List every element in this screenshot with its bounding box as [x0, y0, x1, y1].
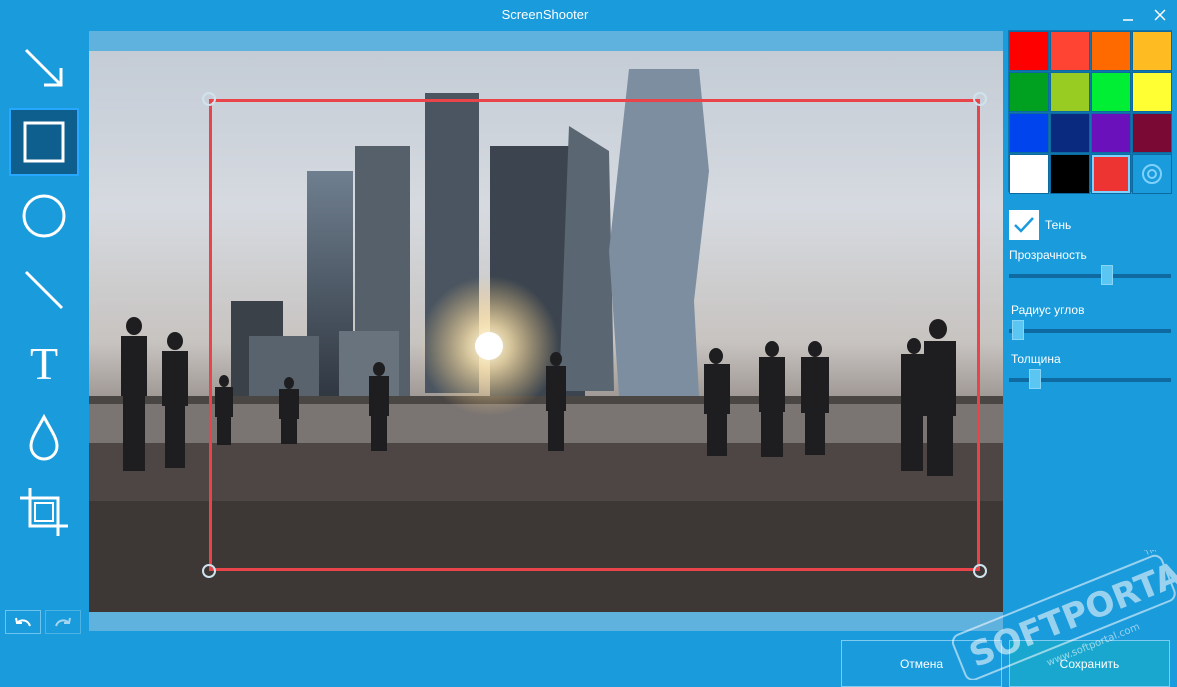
corner-radius-slider-thumb[interactable] — [1012, 320, 1024, 340]
drop-icon — [29, 414, 59, 461]
shadow-label: Тень — [1045, 218, 1072, 232]
crop-icon — [20, 488, 68, 536]
screenshot-image[interactable] — [89, 51, 1003, 612]
color-swatch[interactable] — [1009, 72, 1049, 112]
arrow-icon — [24, 48, 63, 87]
tool-ellipse[interactable] — [9, 182, 79, 250]
tool-crop[interactable] — [9, 478, 79, 546]
color-swatch[interactable] — [1050, 31, 1090, 71]
tool-blur[interactable] — [9, 404, 79, 472]
opacity-slider-group: Прозрачность — [1009, 248, 1171, 285]
color-picker-icon — [1142, 164, 1162, 184]
minimize-icon — [1123, 19, 1133, 21]
shadow-option: Тень — [1009, 210, 1071, 240]
color-swatch[interactable] — [1009, 154, 1049, 194]
resize-handle-top-right[interactable] — [973, 92, 987, 106]
color-swatch[interactable] — [1009, 31, 1049, 71]
close-button[interactable] — [1146, 3, 1174, 27]
opacity-slider-thumb[interactable] — [1101, 265, 1113, 285]
title-bar: ScreenShooter — [0, 0, 1177, 30]
tool-text[interactable]: T — [9, 330, 79, 398]
color-swatch[interactable] — [1091, 154, 1131, 194]
resize-handle-bottom-right[interactable] — [973, 564, 987, 578]
color-swatch[interactable] — [1091, 72, 1131, 112]
opacity-label: Прозрачность — [1009, 248, 1087, 262]
rectangle-icon — [23, 121, 65, 163]
ellipse-icon — [22, 194, 66, 238]
text-icon: T — [29, 338, 59, 389]
color-swatch[interactable] — [1132, 72, 1172, 112]
color-picker-button[interactable] — [1132, 154, 1172, 194]
color-swatch[interactable] — [1050, 113, 1090, 153]
corner-radius-slider-group: Радиус углов — [1009, 303, 1171, 340]
resize-handle-bottom-left[interactable] — [202, 564, 216, 578]
color-swatch[interactable] — [1132, 113, 1172, 153]
tool-bar: T — [0, 30, 88, 650]
checkmark-icon — [1014, 217, 1034, 233]
redo-button[interactable] — [45, 610, 81, 634]
shadow-checkbox[interactable] — [1009, 210, 1039, 240]
thickness-slider-group: Толщина — [1009, 352, 1171, 389]
thickness-slider-thumb[interactable] — [1029, 369, 1041, 389]
thickness-slider[interactable] — [1009, 369, 1171, 389]
tool-line[interactable] — [9, 256, 79, 324]
resize-handle-top-left[interactable] — [202, 92, 216, 106]
save-button[interactable]: Сохранить — [1009, 640, 1170, 687]
color-swatch[interactable] — [1091, 31, 1131, 71]
city-photo-illustration — [89, 69, 1003, 612]
tool-rectangle[interactable] — [9, 108, 79, 176]
color-swatch[interactable] — [1091, 113, 1131, 153]
close-icon — [1154, 9, 1166, 21]
color-palette — [1008, 30, 1172, 194]
undo-redo-group — [5, 610, 81, 634]
corner-radius-slider[interactable] — [1009, 320, 1171, 340]
cancel-button[interactable]: Отмена — [841, 640, 1002, 687]
window-title: ScreenShooter — [501, 7, 589, 22]
undo-button[interactable] — [5, 610, 41, 634]
watermark-tm: TM — [1142, 550, 1157, 558]
minimize-button[interactable] — [1114, 3, 1142, 27]
color-swatch[interactable] — [1009, 113, 1049, 153]
corner-radius-label: Радиус углов — [1011, 303, 1085, 317]
line-icon — [24, 270, 64, 310]
color-swatch[interactable] — [1050, 72, 1090, 112]
opacity-slider[interactable] — [1009, 265, 1171, 285]
canvas-area — [89, 31, 1003, 631]
color-swatch[interactable] — [1050, 154, 1090, 194]
thickness-label: Толщина — [1011, 352, 1061, 366]
tool-arrow[interactable] — [9, 34, 79, 102]
color-swatch[interactable] — [1132, 31, 1172, 71]
undo-icon — [15, 617, 31, 627]
redo-icon — [55, 617, 71, 627]
